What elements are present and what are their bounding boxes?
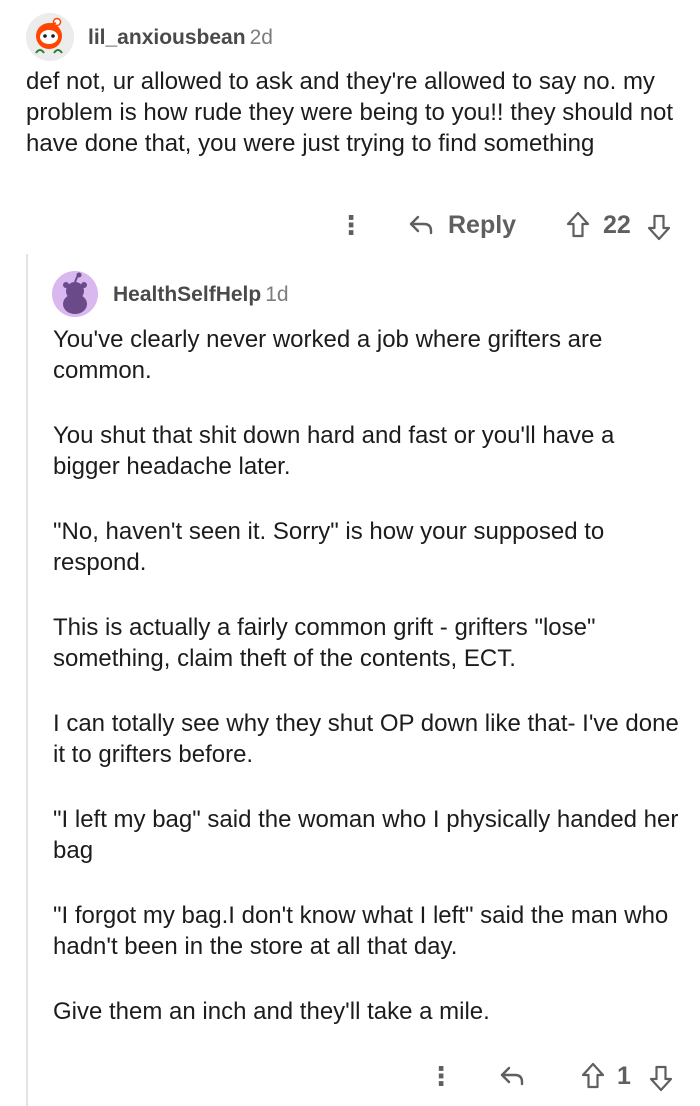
comment-paragraph: "No, haven't seen it. Sorry" is how your… [53,518,605,576]
upvote-arrow-icon[interactable] [565,210,591,245]
comment-actions: ⋮ 1 [0,1057,700,1097]
downvote-arrow-icon[interactable] [646,212,672,247]
comment-paragraph: You've clearly never worked a job where … [53,326,603,384]
comment-age: 2d [249,26,273,49]
comment-paragraph: This is actually a fairly common grift -… [53,614,596,672]
user-avatar[interactable] [26,13,74,61]
comment-paragraph: You shut that shit down hard and fast or… [53,422,615,480]
comment-paragraph: "I forgot my bag.I don't know what I lef… [53,902,669,960]
comment-paragraph: Give them an inch and they'll take a mil… [53,998,490,1025]
user-avatar[interactable] [52,271,98,317]
comment-author-line: lil_anxiousbean 2d [88,26,273,50]
comment-body: def not, ur allowed to ask and they're a… [26,68,674,157]
comment-author-line: HealthSelfHelp 1d [113,283,289,307]
reply-arrow-icon[interactable] [408,214,434,241]
upvote-arrow-icon[interactable] [580,1061,606,1096]
comment-paragraph: I can totally see why they shut OP down … [53,710,679,768]
thread-line[interactable] [26,254,28,1106]
more-options-icon[interactable]: ⋮ [428,1063,454,1089]
comment-actions: ⋮ Reply 22 [0,206,700,246]
vote-score: 1 [617,1062,631,1090]
comment-body: You've clearly never worked a job where … [53,324,683,1061]
comment-paragraph: "I left my bag" said the woman who I phy… [53,806,679,864]
reply-button[interactable]: Reply [448,211,516,240]
reply-arrow-icon[interactable] [499,1065,525,1092]
username[interactable]: HealthSelfHelp [113,283,261,306]
vote-score: 22 [603,211,631,239]
comment-age: 1d [265,283,289,306]
downvote-arrow-icon[interactable] [648,1063,674,1098]
comment-thread: lil_anxiousbean 2d def not, ur allowed to… [0,0,700,1106]
more-options-icon[interactable]: ⋮ [338,212,364,238]
username[interactable]: lil_anxiousbean [88,26,246,49]
